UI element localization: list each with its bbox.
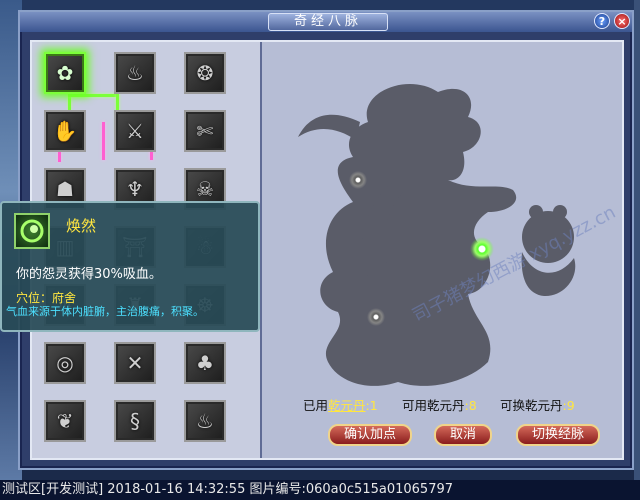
game-background-right [634, 0, 640, 480]
exchangeable-stat: 可换乾元丹:9 [500, 395, 575, 414]
window-titlebar[interactable]: 奇经八脉 ? × [20, 12, 632, 32]
skill-name: 焕然 [66, 217, 97, 235]
tentacle-icon: ❦ [56, 409, 74, 433]
skill-description: 气血来源于体内脏腑，主治腹痛，积聚。 [6, 305, 204, 318]
ghost-wheel-icon: ❂ [196, 61, 214, 85]
skill-swirl-icon [14, 213, 50, 249]
candles-icon: ♨ [196, 409, 214, 433]
crossed-blades-icon: ✕ [126, 351, 144, 375]
skill-slot[interactable]: ❦ [44, 400, 86, 442]
acupoint-upper[interactable] [349, 171, 367, 189]
blades-icon: ✄ [196, 119, 214, 143]
skill-slot[interactable]: ♣ [184, 342, 226, 384]
available-label: 可用乾元丹 [402, 398, 465, 413]
exchangeable-label: 可换乾元丹 [500, 398, 563, 413]
skill-slot[interactable]: ⚔ [114, 110, 156, 152]
exchangeable-value: :9 [562, 398, 575, 413]
demon-claw-icon: ✋ [52, 119, 78, 143]
swirl-icon: ◎ [56, 351, 74, 375]
cancel-button[interactable]: 取消 [434, 424, 492, 446]
skill-slot[interactable]: ❂ [184, 52, 226, 94]
acupoint-lower[interactable] [367, 308, 385, 326]
skill-slot[interactable]: ✕ [114, 342, 156, 384]
dragon-coil-icon: § [130, 409, 140, 433]
help-button[interactable]: ? [594, 13, 610, 29]
skill-tooltip: 焕然 你的怨灵获得30%吸血。 穴位：府舍 气血来源于体内脏腑，主治腹痛，积聚。 [0, 201, 260, 332]
spirit-face-icon: ✿ [56, 61, 74, 85]
available-value: :8 [464, 398, 477, 413]
switch-meridian-button[interactable]: 切换经脉 [516, 424, 600, 446]
skill-slot[interactable]: ♨ [184, 400, 226, 442]
candle-spirit-icon: ♨ [126, 61, 144, 85]
skill-effect: 你的怨灵获得30%吸血。 [16, 267, 162, 282]
confirm-button[interactable]: 确认加点 [328, 424, 412, 446]
skill-slot[interactable]: ✄ [184, 110, 226, 152]
skill-slot[interactable]: ◎ [44, 342, 86, 384]
used-stat: 已用乾元丹:1 [303, 395, 378, 414]
skill-slot[interactable]: ✿ [44, 52, 86, 94]
skill-slot[interactable]: ♨ [114, 52, 156, 94]
skill-slot[interactable]: § [114, 400, 156, 442]
status-bar: 测试区[开发测试] 2018-01-16 14:32:55 图片编号:060a0… [0, 480, 640, 500]
acupoint-active[interactable] [470, 237, 494, 261]
flame-spirit-icon: ♣ [196, 351, 214, 375]
used-label: 已用 [303, 398, 329, 413]
game-background-top [0, 0, 640, 10]
active-path-line [68, 94, 118, 97]
close-button[interactable]: × [614, 13, 630, 29]
used-item-link[interactable]: 乾元丹 [328, 398, 366, 413]
window-title: 奇经八脉 [268, 13, 388, 31]
skill-slot[interactable]: ✋ [44, 110, 86, 152]
path-line [102, 122, 105, 160]
available-stat: 可用乾元丹:8 [402, 395, 477, 414]
sword-strike-icon: ⚔ [126, 119, 144, 143]
used-value: :1 [365, 398, 378, 413]
